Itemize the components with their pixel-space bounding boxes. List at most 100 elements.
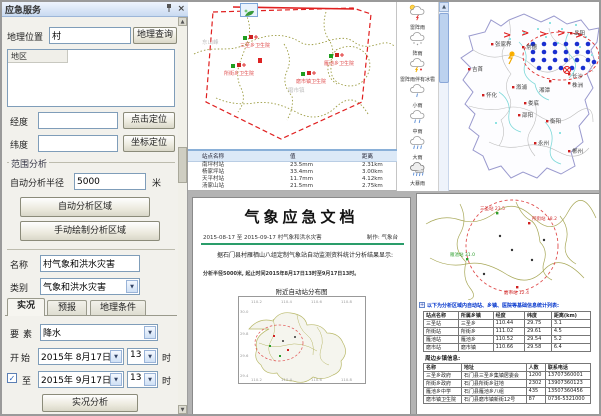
scroll-up-icon[interactable]: ▲ [178,17,187,26]
report-document-page[interactable]: 三圣站 23.5 所街站 18.2 雁池站 31.0 磨市站 12.4 + 以下… [416,193,601,416]
emergency-service-panel: 应急服务 × 地理位置 地理查询 地区 经度 点击定位 纬度 坐标定位 范围分析… [2,2,188,414]
analysis-map-panel[interactable]: 东山峰 磨市镇 三圣乡卫生院 所街乡卫生院 雁池乡卫生院 磨市镇卫生院 [188,2,397,191]
geo-label: 地理位置 [7,30,43,43]
auto-area-button[interactable]: 自动分析区域 [20,197,150,217]
svg-text:衡阳: 衡阳 [550,117,561,125]
table-row: 雁池乡中学石门县雁池乡八组43513507360456 [424,388,591,396]
longitude-label: 经度 [10,115,28,128]
station-label: 三圣乡卫生院 [240,42,270,49]
name-input[interactable] [40,255,140,272]
table-row[interactable]: 南坪村站23.5mm2.31km [188,162,397,169]
chevron-down-icon[interactable]: ▼ [144,373,156,386]
emergency-document-page[interactable]: 气象应急文档 2015-08-17 至 2015-09-17 村气象和洪水灾害 … [192,197,411,415]
radius-input[interactable] [74,173,146,190]
legend-item: 雷阵雨伴有冰雹 [397,56,438,82]
tab-forecast[interactable]: 预报 [47,300,87,316]
type-select[interactable]: 气象和洪水灾害 ▼ [40,278,140,295]
live-analysis-button[interactable]: 实况分析 [42,394,138,412]
pin-icon[interactable] [165,3,173,16]
svg-text:磨市站 12.4: 磨市站 12.4 [504,289,529,296]
coord-locate-button[interactable]: 坐标定位 [123,135,175,152]
chevron-down-icon[interactable]: ▼ [126,280,138,293]
svg-text:邵阳: 邵阳 [522,111,533,119]
svg-text:110.8: 110.8 [341,299,352,304]
chevron-down-icon[interactable]: ▼ [110,373,122,386]
manual-area-button[interactable]: 手动绘制分析区域 [20,221,160,241]
scrollbar-thumb[interactable] [439,13,449,83]
table-caption: 以下为分析区域内自动站、乡镇、医院等基础信息统计列表: [427,302,559,309]
table-row[interactable]: 汤家山站21.5mm2.75km [188,183,397,190]
province-map[interactable]: >>>>> 张家界 岳阳 常德 吉首 怀化 溆浦 [449,2,601,190]
panel-title: 应急服务 [5,3,161,16]
table-header-row: 站点名称所属乡镇经度纬度距离(km) [424,312,591,320]
click-locate-button[interactable]: 点击定位 [123,112,175,129]
anchor-icon[interactable]: + [419,302,425,308]
svg-text:张家界: 张家界 [495,40,512,48]
table-row: 所街站所街乡111.0229.614.5 [424,328,591,336]
type-value: 气象和洪水灾害 [43,283,106,293]
map-scrollbar[interactable]: ▲ [439,2,449,191]
hour-suffix: 时 [162,351,171,364]
station-marker: 三圣乡卫生院 [240,35,270,49]
svg-text:29.6: 29.6 [240,353,249,358]
chevron-down-icon[interactable]: ▼ [144,326,156,339]
close-icon[interactable]: × [177,5,185,14]
station-marker: 雁池乡卫生院 [324,53,354,67]
end-date-select[interactable]: 2015年 9月17日 ▼ [38,371,124,388]
chevron-down-icon[interactable]: ▼ [110,350,122,363]
figure-county-shapes [249,313,346,383]
station-marker: 所街乡卫生院 [224,63,254,77]
longitude-input[interactable] [38,112,118,129]
station-table-header: 站点名称 值 距离 [188,151,397,162]
svg-text:29.4: 29.4 [240,373,249,378]
svg-text:怀化: 怀化 [486,91,498,99]
moderate-rain-icon [408,108,428,125]
analysis-map[interactable]: 东山峰 磨市镇 三圣乡卫生院 所街乡卫生院 雁池乡卫生院 磨市镇卫生院 [188,2,397,149]
geo-input[interactable] [49,27,131,44]
chevron-down-icon[interactable]: ▼ [144,350,156,363]
element-label: 要素 [10,327,36,340]
svg-text:三圣站 23.5: 三圣站 23.5 [480,205,505,212]
legend-item: 阵雨 [397,30,438,56]
table-row[interactable]: 天平村站11.7mm4.12km [188,176,397,183]
svg-text:110.6: 110.6 [311,377,322,382]
svg-text:110.4: 110.4 [281,377,292,382]
element-select[interactable]: 降水 ▼ [40,324,158,341]
svg-text:>: > [539,29,547,40]
table-row[interactable]: 杨家坪站33.4mm3.00km [188,169,397,176]
scrollbar-thumb[interactable] [178,147,187,183]
document-title: 气象应急文档 [193,206,410,227]
geo-result-list[interactable]: 地区 [7,49,175,107]
latitude-input[interactable] [38,135,118,152]
end-hour-select[interactable]: 13 ▼ [127,371,158,388]
station-stat-table: 站点名称所属乡镇经度纬度距离(km) 三圣站三圣乡110.4429.753.1 … [423,311,591,352]
tab-live[interactable]: 实况 [7,298,45,316]
section-title: 周边乡镇信息: [425,354,460,362]
left-panel-scrollbar[interactable]: ▲ ▼ [178,17,187,414]
document-subparagraph: 分析半径5000米, 起止时间2015年8月17日13时至9月17日13时。 [203,270,403,277]
station-label: 磨市镇卫生院 [296,78,326,85]
table-header-row: 名称地址人数联系电话 [424,364,591,372]
table-row: 磨市站磨市镇110.6629.586.4 [424,344,591,352]
scroll-down-icon[interactable]: ▼ [178,405,187,414]
svg-text:溆浦: 溆浦 [516,83,528,91]
start-hour-value: 13 [130,350,141,360]
start-date-select[interactable]: 2015年 8月17日 ▼ [38,348,124,365]
province-map-panel[interactable]: >>>>> 张家界 岳阳 常德 吉首 怀化 溆浦 [449,2,601,191]
type-label: 类别 [10,281,28,294]
start-label: 开始 [10,351,32,364]
radius-unit: 米 [152,176,161,189]
map-tool-button[interactable] [240,3,258,17]
figure-map: 110.2110.4110.6110.8 110.2110.4110.6110.… [238,296,366,384]
station-table[interactable]: 站点名称 值 距离 南坪村站23.5mm2.31km 杨家坪站33.4mm3.0… [188,149,397,191]
rainstorm-icon [408,160,428,177]
scroll-up-icon[interactable]: ▲ [439,2,449,12]
start-hour-select[interactable]: 13 ▼ [127,348,158,365]
table-row: 三圣站三圣乡110.4429.753.1 [424,320,591,328]
end-time-checkbox[interactable]: ✓ [7,373,17,383]
legend-item: 小雨 [397,82,438,108]
light-rain-icon [408,82,428,99]
tab-geo-condition[interactable]: 地理条件 [90,300,146,316]
geo-query-button[interactable]: 地理查询 [133,27,177,44]
list-header[interactable]: 地区 [8,50,68,63]
